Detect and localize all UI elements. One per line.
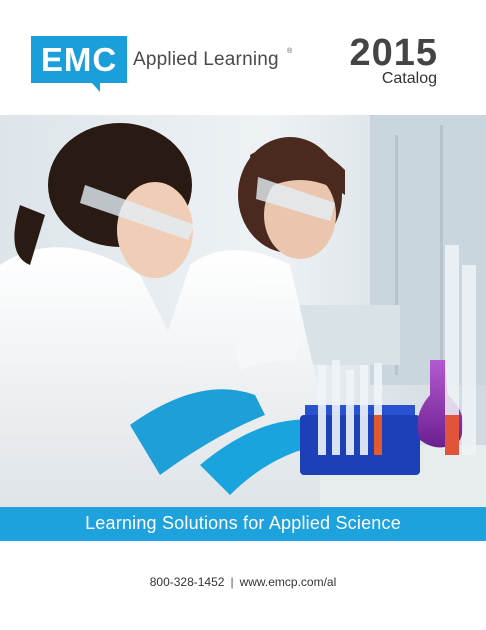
registered-mark: ® [287,48,293,55]
logo-speech-tail [92,83,100,92]
cover-footer: 800-328-1452 | www.emcp.com/al [0,541,486,630]
contact-separator: | [230,575,234,589]
website-url[interactable]: www.emcp.com/al [240,575,337,589]
tagline-text: Learning Solutions for Applied Science [85,513,401,533]
catalog-year: 2015 [349,32,438,74]
contact-line: 800-328-1452 | www.emcp.com/al [0,575,486,589]
logo-wordmark: Applied Learning [133,49,279,70]
catalog-label: Catalog [381,70,437,87]
phone-number: 800-328-1452 [149,575,225,589]
emc-logo-mark: EMC [31,36,127,83]
lab-scientists-photo [0,115,486,507]
cover-header: EMC Applied Learning ® 2015 Catalog [0,0,486,115]
tagline-banner: Learning Solutions for Applied Science [0,507,486,541]
